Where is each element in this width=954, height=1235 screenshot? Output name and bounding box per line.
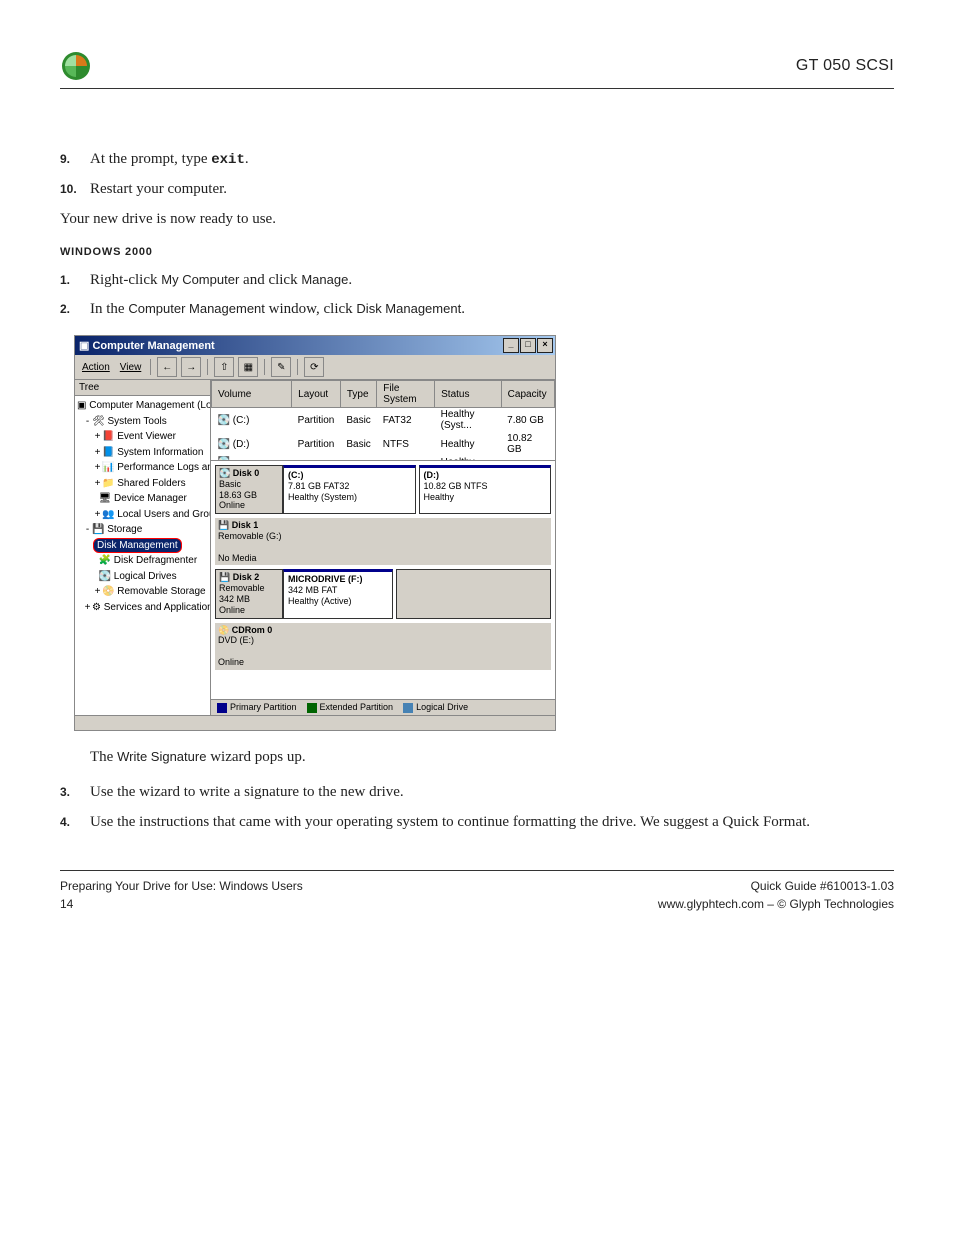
menu-view[interactable]: View [117, 362, 145, 373]
screenshot-computer-management: ▣ Computer Management _ □ × Action View … [74, 335, 556, 731]
section-heading-windows2000: WINDOWS 2000 [60, 246, 894, 258]
right-pane: Volume Layout Type File System Status Ca… [211, 380, 555, 715]
toolbar-refresh-button[interactable]: ⟳ [304, 357, 324, 377]
maximize-button[interactable]: □ [520, 338, 536, 353]
menubar: Action View ← → ⇧ ▦ ✎ ⟳ [75, 355, 555, 380]
minimize-button[interactable]: _ [503, 338, 519, 353]
disk-row: 💾 Disk 1 Removable (G:) No Media [215, 518, 551, 565]
step-1: 1. Right-click My Computer and click Man… [60, 270, 894, 292]
step-2: 2. In the Computer Management window, cl… [60, 299, 894, 321]
disk-graphical-view[interactable]: 💽 Disk 0 Basic 18.63 GB Online (C:) 7.81… [211, 461, 555, 699]
volume-list[interactable]: Volume Layout Type File System Status Ca… [211, 380, 555, 461]
footer-rule [60, 870, 894, 871]
paragraph-ready: Your new drive is now ready to use. [60, 211, 894, 228]
tree-pane: Tree ▣ Computer Management (Local) -🛠 Sy… [75, 380, 211, 715]
steps-continued: 9. At the prompt, type exit. 10. Restart… [60, 149, 894, 201]
page-footer: Preparing Your Drive for Use: Windows Us… [60, 879, 894, 911]
disk-row: 📀 CDRom 0 DVD (E:) Online [215, 623, 551, 670]
glyph-logo-icon [60, 50, 92, 82]
toolbar-properties-button[interactable]: ✎ [271, 357, 291, 377]
steps-after-wizard: 3. Use the wizard to write a signature t… [60, 782, 894, 834]
toolbar-forward-button[interactable]: → [181, 357, 201, 377]
step-3: 3. Use the wizard to write a signature t… [60, 782, 894, 804]
tree-header: Tree [75, 380, 210, 396]
window-title: Computer Management [92, 340, 214, 352]
page-number: 14 [60, 897, 73, 911]
steps-windows2000: 1. Right-click My Computer and click Man… [60, 270, 894, 322]
toolbar-show-button[interactable]: ▦ [238, 357, 258, 377]
step-4: 4. Use the instructions that came with y… [60, 812, 894, 834]
menu-action[interactable]: Action [79, 362, 113, 373]
volume-row: 💽 (D:) Partition Basic NTFS Healthy 10.8… [212, 432, 555, 456]
close-button[interactable]: × [537, 338, 553, 353]
device-title: GT 050 SCSI [796, 57, 894, 75]
disk-row: 💾 Disk 2 Removable 342 MB Online MICRODR… [215, 569, 551, 618]
toolbar-back-button[interactable]: ← [157, 357, 177, 377]
footer-guide-id: Quick Guide #610013-1.03 [751, 879, 894, 893]
legend: Primary Partition Extended Partition Log… [211, 699, 555, 715]
step-9: 9. At the prompt, type exit. [60, 149, 894, 171]
footer-section-title: Preparing Your Drive for Use: Windows Us… [60, 879, 303, 893]
step-10: 10. Restart your computer. [60, 179, 894, 201]
volume-row: 💽 (C:) Partition Basic FAT32 Healthy (Sy… [212, 408, 555, 433]
paragraph-wizard: The Write Signature wizard pops up. [90, 749, 894, 766]
tree-item-disk-management[interactable]: Disk Management [93, 538, 182, 554]
footer-copyright: www.glyphtech.com – © Glyph Technologies [658, 897, 894, 911]
tree-content[interactable]: ▣ Computer Management (Local) -🛠 System … [75, 396, 210, 715]
page-header: GT 050 SCSI [60, 50, 894, 89]
titlebar: ▣ Computer Management _ □ × [75, 336, 555, 355]
disk-row: 💽 Disk 0 Basic 18.63 GB Online (C:) 7.81… [215, 465, 551, 514]
window-icon: ▣ [79, 340, 89, 352]
toolbar-up-button[interactable]: ⇧ [214, 357, 234, 377]
